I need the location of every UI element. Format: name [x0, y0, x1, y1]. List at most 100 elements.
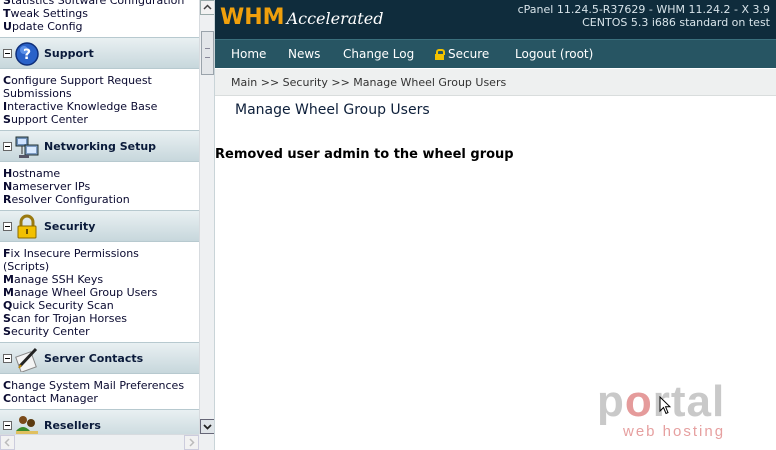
sidebar-link[interactable]: Resolver Configuration: [0, 193, 199, 206]
sidebar-link[interactable]: Nameserver IPs: [0, 180, 199, 193]
mouse-pointer-icon: [659, 396, 671, 415]
logo-sub-text: Accelerated: [286, 9, 384, 28]
nav-news[interactable]: News: [288, 47, 320, 61]
collapse-minus-icon[interactable]: [3, 222, 12, 231]
watermark-big-text: portal: [597, 377, 726, 426]
scroll-left-arrow-icon[interactable]: [0, 435, 15, 450]
sidebar-section-title: Server Contacts: [44, 352, 144, 365]
support-question-icon: ?: [14, 41, 40, 67]
collapse-minus-icon[interactable]: [3, 354, 12, 363]
sidebar-section-security[interactable]: Security: [0, 210, 199, 242]
sidebar-link-initial: C: [3, 379, 12, 392]
sidebar-link-label: nteractive Knowledge Base: [7, 100, 158, 113]
portal-watermark-logo: portal web hosting: [597, 380, 747, 442]
sidebar-link-initial: C: [3, 74, 12, 87]
sidebar-link-label: pdate Config: [11, 20, 83, 33]
sidebar-link-initial: S: [3, 0, 11, 7]
collapse-minus-icon[interactable]: [3, 421, 12, 430]
breadcrumb-text[interactable]: Main >> Security >> Manage Wheel Group U…: [231, 76, 506, 89]
sidebar-link[interactable]: Manage SSH Keys: [0, 273, 199, 286]
watermark-small-text: web hosting: [623, 423, 726, 440]
sidebar-link[interactable]: Scan for Trojan Horses: [0, 312, 199, 325]
sidebar-link-label: weak Settings: [10, 7, 89, 20]
sidebar-link[interactable]: Contact Manager: [0, 392, 199, 405]
version-line-2: CENTOS 5.3 i686 standard on test: [582, 16, 770, 29]
sidebar-link[interactable]: Statistics Software Configuration: [0, 0, 199, 7]
scroll-thumb[interactable]: [201, 31, 214, 75]
sidebar-link[interactable]: (Scripts): [0, 260, 199, 273]
sidebar-section-title: Support: [44, 47, 94, 60]
sidebar-link-label: ontact Manager: [11, 392, 98, 405]
svg-text:?: ?: [23, 47, 31, 63]
nav-secure[interactable]: Secure: [435, 47, 489, 61]
sidebar-link-label: anage SSH Keys: [13, 273, 104, 286]
sidebar-link-initial: S: [3, 113, 11, 126]
sidebar-link[interactable]: Hostname: [0, 167, 199, 180]
scroll-up-arrow-icon[interactable]: [200, 0, 214, 15]
sidebar-link-label: ameserver IPs: [12, 180, 91, 193]
top-header: WHM Accelerated cPanel 11.24.5-R37629 - W…: [215, 0, 776, 39]
networking-computer-icon: [14, 134, 40, 160]
sidebar-link[interactable]: Tweak Settings: [0, 7, 199, 20]
scroll-right-arrow-icon[interactable]: [184, 435, 199, 450]
sidebar-link-initial: T: [3, 7, 11, 20]
sidebar-link[interactable]: Manage Wheel Group Users: [0, 286, 199, 299]
main-frame: WHM Accelerated cPanel 11.24.5-R37629 - W…: [215, 0, 776, 450]
breadcrumb: Main >> Security >> Manage Wheel Group U…: [215, 69, 776, 96]
sidebar-link-label: ix Insecure Permissions: [10, 247, 139, 260]
sidebar-link-initial: C: [3, 392, 12, 405]
nav-change-log[interactable]: Change Log: [343, 47, 414, 61]
collapse-minus-icon[interactable]: [3, 49, 12, 58]
sidebar-section-networking-setup[interactable]: Networking Setup: [0, 130, 199, 162]
vertical-scrollbar[interactable]: [199, 0, 214, 434]
sidebar-section-support[interactable]: ? Support: [0, 37, 199, 69]
sidebar-link[interactable]: Change System Mail Preferences: [0, 379, 199, 392]
collapse-minus-icon[interactable]: [3, 142, 12, 151]
sidebar-link[interactable]: Update Config: [0, 20, 199, 33]
sidebar-link[interactable]: Quick Security Scan: [0, 299, 199, 312]
sidebar-link[interactable]: Fix Insecure Permissions: [0, 247, 199, 260]
sidebar-link[interactable]: Configure Support Request: [0, 74, 199, 87]
whm-logo: WHM Accelerated: [220, 5, 383, 33]
sidebar-link-initial: S: [3, 325, 11, 338]
sidebar-link-initial: M: [3, 273, 14, 286]
sidebar-link-label: ecurity Center: [10, 325, 90, 338]
scrollbar-corner: [199, 434, 214, 450]
sidebar-link-initial: M: [3, 286, 14, 299]
nav-logout[interactable]: Logout (root): [515, 47, 593, 61]
sidebar-link-label: hange System Mail Preferences: [11, 379, 185, 392]
status-message: Removed user admin to the wheel group: [215, 147, 514, 162]
sidebar-link-label: anage Wheel Group Users: [13, 286, 158, 299]
sidebar-link[interactable]: Support Center: [0, 113, 199, 126]
nav-home[interactable]: Home: [231, 47, 266, 61]
sidebar-link[interactable]: Interactive Knowledge Base: [0, 100, 199, 113]
horizontal-scrollbar[interactable]: [0, 434, 199, 450]
version-info: cPanel 11.24.5-R37629 - WHM 11.24.2 - X …: [518, 3, 770, 29]
sidebar-link[interactable]: Submissions: [0, 87, 199, 100]
sidebar-section-title: Networking Setup: [44, 140, 157, 153]
sidebar-link[interactable]: Security Center: [0, 325, 199, 338]
menu-list: Statistics Software Configuration Tweak S…: [0, 0, 199, 446]
sidebar-link-label: Submissions: [3, 87, 72, 100]
top-nav: Home News Change Log Secure Logout (root…: [215, 39, 776, 68]
sidebar-link-initial: S: [3, 312, 11, 325]
sidebar-link-label: onfigure Support Request: [11, 74, 152, 87]
sidebar-section-server-contacts[interactable]: Server Contacts: [0, 342, 199, 374]
sidebar-link-label: ostname: [12, 167, 61, 180]
sidebar-link-label: uick Security Scan: [12, 299, 114, 312]
sidebar-link-initial: Q: [3, 299, 13, 312]
sidebar-link-label: can for Trojan Horses: [10, 312, 127, 325]
security-lock-icon: [14, 214, 40, 240]
sidebar-link-initial: F: [3, 247, 11, 260]
sidebar-link-label: esolver Configuration: [11, 193, 130, 206]
sidebar-section-title: Resellers: [44, 419, 101, 432]
left-menu-frame: Statistics Software Configuration Tweak S…: [0, 0, 215, 450]
sidebar-link-initial: H: [3, 167, 13, 180]
logo-main-text: WHM: [220, 5, 285, 30]
sidebar-link-label: upport Center: [10, 113, 88, 126]
sidebar-link-initial: N: [3, 180, 13, 193]
sidebar-link-initial: U: [3, 20, 12, 33]
sidebar-link-label: (Scripts): [3, 260, 50, 273]
sidebar-section-title: Security: [44, 220, 96, 233]
scroll-down-arrow-icon[interactable]: [200, 419, 214, 434]
